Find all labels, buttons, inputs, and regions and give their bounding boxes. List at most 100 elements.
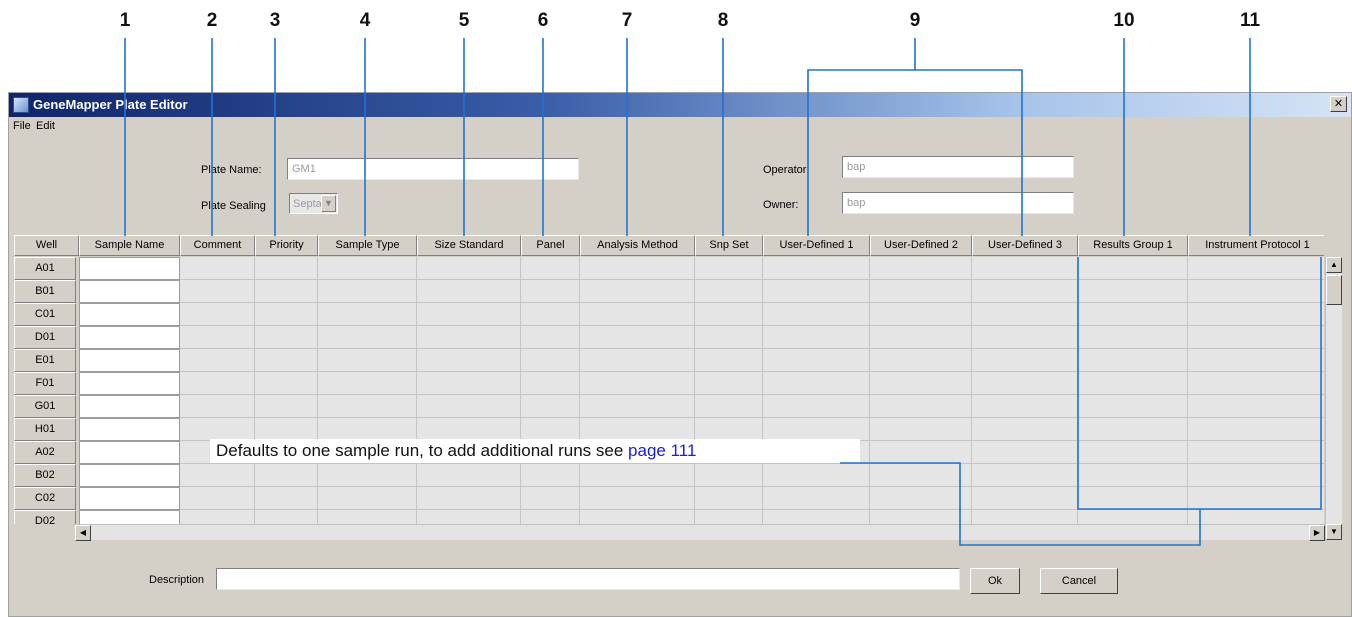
table-cell[interactable]	[1078, 326, 1188, 349]
table-cell[interactable]	[580, 487, 695, 510]
operator-field[interactable]: bap	[842, 156, 1074, 178]
table-cell[interactable]	[521, 510, 580, 524]
table-cell[interactable]	[318, 280, 417, 303]
table-cell[interactable]	[1188, 257, 1324, 280]
sample-name-cell[interactable]	[79, 441, 180, 464]
table-cell[interactable]	[580, 280, 695, 303]
table-cell[interactable]	[580, 326, 695, 349]
table-cell[interactable]	[972, 349, 1078, 372]
table-cell[interactable]	[870, 372, 972, 395]
table-cell[interactable]	[870, 303, 972, 326]
table-cell[interactable]	[180, 257, 255, 280]
table-cell[interactable]	[255, 326, 318, 349]
table-cell[interactable]	[417, 510, 521, 524]
table-cell[interactable]	[870, 510, 972, 524]
table-cell[interactable]	[1078, 441, 1188, 464]
table-cell[interactable]	[180, 280, 255, 303]
table-cell[interactable]	[972, 441, 1078, 464]
table-cell[interactable]	[972, 280, 1078, 303]
table-cell[interactable]	[318, 510, 417, 524]
sample-name-cell[interactable]	[79, 349, 180, 372]
table-cell[interactable]	[318, 303, 417, 326]
table-cell[interactable]	[1188, 326, 1324, 349]
table-cell[interactable]	[580, 510, 695, 524]
column-header-priority[interactable]: Priority	[255, 235, 318, 256]
vertical-scrollbar[interactable]: ▲ ▼	[1325, 257, 1342, 540]
table-cell[interactable]	[695, 326, 763, 349]
table-cell[interactable]	[255, 349, 318, 372]
table-cell[interactable]	[1078, 395, 1188, 418]
plate-sealing-select[interactable]: Septa ▼	[289, 193, 338, 214]
table-cell[interactable]	[763, 395, 870, 418]
table-cell[interactable]	[1188, 487, 1324, 510]
table-cell[interactable]	[180, 303, 255, 326]
table-cell[interactable]	[972, 303, 1078, 326]
menu-edit[interactable]: Edit	[36, 120, 55, 132]
table-cell[interactable]	[580, 372, 695, 395]
table-cell[interactable]	[972, 372, 1078, 395]
table-cell[interactable]	[417, 349, 521, 372]
table-cell[interactable]	[1078, 487, 1188, 510]
table-cell[interactable]	[417, 326, 521, 349]
column-header-snp-set[interactable]: Snp Set	[695, 235, 763, 256]
sample-name-cell[interactable]	[79, 487, 180, 510]
table-cell[interactable]	[1078, 464, 1188, 487]
table-cell[interactable]	[521, 372, 580, 395]
table-cell[interactable]	[695, 464, 763, 487]
table-cell[interactable]	[972, 326, 1078, 349]
table-cell[interactable]	[521, 487, 580, 510]
table-cell[interactable]	[417, 372, 521, 395]
column-header-user-defined-3[interactable]: User-Defined 3	[972, 235, 1078, 256]
table-cell[interactable]	[580, 395, 695, 418]
table-cell[interactable]	[972, 395, 1078, 418]
table-cell[interactable]	[521, 349, 580, 372]
table-cell[interactable]	[763, 372, 870, 395]
description-field[interactable]	[216, 568, 960, 590]
column-header-user-defined-2[interactable]: User-Defined 2	[870, 235, 972, 256]
table-cell[interactable]	[417, 395, 521, 418]
table-cell[interactable]	[521, 280, 580, 303]
table-cell[interactable]	[1188, 464, 1324, 487]
table-cell[interactable]	[870, 487, 972, 510]
table-cell[interactable]	[870, 326, 972, 349]
sample-name-cell[interactable]	[79, 257, 180, 280]
table-cell[interactable]	[972, 487, 1078, 510]
table-cell[interactable]	[1078, 280, 1188, 303]
table-cell[interactable]	[1078, 372, 1188, 395]
table-cell[interactable]	[417, 257, 521, 280]
table-cell[interactable]	[318, 349, 417, 372]
table-cell[interactable]	[180, 349, 255, 372]
table-cell[interactable]	[972, 257, 1078, 280]
table-cell[interactable]	[695, 487, 763, 510]
column-header-well[interactable]: Well	[14, 235, 79, 256]
table-cell[interactable]	[1188, 280, 1324, 303]
table-cell[interactable]	[870, 349, 972, 372]
table-cell[interactable]	[695, 280, 763, 303]
table-cell[interactable]	[763, 464, 870, 487]
sample-name-cell[interactable]	[79, 303, 180, 326]
table-cell[interactable]	[870, 441, 972, 464]
table-cell[interactable]	[255, 487, 318, 510]
table-cell[interactable]	[763, 349, 870, 372]
table-cell[interactable]	[763, 418, 870, 441]
table-cell[interactable]	[1188, 418, 1324, 441]
table-cell[interactable]	[1078, 418, 1188, 441]
table-cell[interactable]	[318, 257, 417, 280]
table-cell[interactable]	[972, 464, 1078, 487]
table-cell[interactable]	[870, 257, 972, 280]
table-cell[interactable]	[318, 418, 417, 441]
table-cell[interactable]	[318, 464, 417, 487]
table-cell[interactable]	[417, 487, 521, 510]
sample-name-cell[interactable]	[79, 372, 180, 395]
table-cell[interactable]	[1188, 395, 1324, 418]
table-cell[interactable]	[695, 372, 763, 395]
column-header-sample-type[interactable]: Sample Type	[318, 235, 417, 256]
table-cell[interactable]	[255, 280, 318, 303]
table-cell[interactable]	[318, 326, 417, 349]
page-link[interactable]: page 111	[628, 441, 696, 460]
table-cell[interactable]	[763, 326, 870, 349]
table-cell[interactable]	[695, 257, 763, 280]
close-button[interactable]: ✕	[1330, 96, 1347, 112]
table-cell[interactable]	[180, 326, 255, 349]
scroll-down-icon[interactable]: ▼	[1326, 524, 1342, 540]
